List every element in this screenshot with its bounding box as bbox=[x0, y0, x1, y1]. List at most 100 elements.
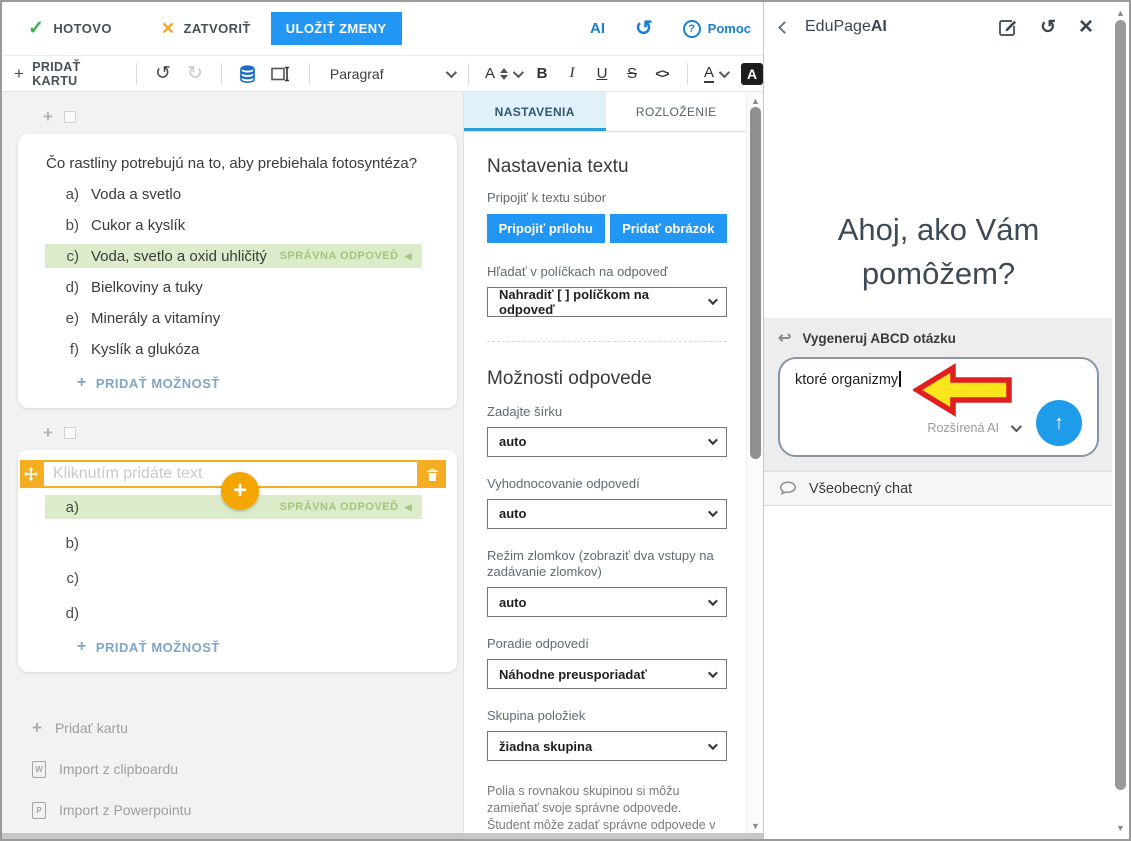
settings-panel: NASTAVENIA ROZLOŽENIE Nastavenia textu P… bbox=[463, 92, 763, 836]
answer-option-d[interactable]: d) Bielkoviny a tuky bbox=[45, 275, 422, 299]
option-letter: d) bbox=[45, 279, 79, 296]
font-color-dropdown[interactable]: A bbox=[704, 64, 727, 83]
add-option-button[interactable]: + PRIDAŤ MOŽNOSŤ bbox=[77, 374, 457, 392]
badge-arrow-icon: ◀ bbox=[405, 251, 412, 262]
divider bbox=[221, 63, 222, 85]
font-size-dropdown[interactable]: A bbox=[485, 65, 521, 82]
strikethrough-button[interactable]: S bbox=[617, 65, 647, 82]
cards-column: + Čo rastliny potrebujú na to, aby prebi… bbox=[2, 92, 463, 836]
done-button[interactable]: ✓ HOTOVO bbox=[28, 17, 112, 40]
insert-card-plus-icon[interactable]: + bbox=[43, 107, 53, 127]
add-image-button[interactable]: Pridať obrázok bbox=[610, 214, 728, 243]
scroll-down-icon[interactable]: ▼ bbox=[747, 821, 763, 831]
answer-option-f[interactable]: f) Kyslík a glukóza bbox=[45, 337, 422, 361]
insert-card-controls: + bbox=[43, 423, 463, 443]
attach-file-button[interactable]: Pripojiť prílohu bbox=[487, 214, 605, 243]
close-button[interactable]: × ZATVORIŤ bbox=[162, 21, 251, 36]
chevron-down-icon bbox=[708, 507, 718, 517]
answer-option-e[interactable]: e) Minerály a vitamíny bbox=[45, 306, 422, 330]
code-button[interactable]: <> bbox=[647, 66, 677, 81]
compose-icon[interactable] bbox=[998, 18, 1017, 37]
underline-button[interactable]: U bbox=[587, 65, 617, 82]
answer-option-d[interactable]: d) bbox=[45, 601, 422, 625]
select-value: auto bbox=[499, 595, 526, 610]
chevron-down-icon bbox=[708, 596, 718, 606]
italic-button[interactable]: I bbox=[557, 65, 587, 82]
import-powerpoint-label: Import z Powerpointu bbox=[59, 802, 191, 818]
close-icon[interactable]: × bbox=[1079, 18, 1093, 36]
correct-answer-badge[interactable]: SPRÁVNA ODPOVEĎ ◀ bbox=[280, 501, 412, 513]
fraction-mode-label: Režim zlomkov (zobraziť dva vstupy na za… bbox=[487, 548, 727, 582]
answer-option-b[interactable]: b) Cukor a kyslík bbox=[45, 213, 422, 237]
back-chevron-icon[interactable] bbox=[778, 21, 791, 34]
item-group-select[interactable]: žiadna skupina bbox=[487, 731, 727, 761]
tab-nastavenia[interactable]: NASTAVENIA bbox=[464, 92, 606, 131]
undo-icon[interactable]: ↺ bbox=[155, 62, 171, 85]
save-changes-button[interactable]: ULOŽIŤ ZMENY bbox=[271, 12, 402, 45]
ai-button[interactable]: AI bbox=[590, 20, 605, 37]
add-element-plus-button[interactable]: + bbox=[221, 472, 259, 510]
answer-order-select[interactable]: Náhodne preusporiadať bbox=[487, 659, 727, 689]
fraction-mode-select[interactable]: auto bbox=[487, 587, 727, 617]
ai-model-dropdown[interactable]: Rozšírená AI bbox=[927, 421, 1019, 435]
divider bbox=[136, 63, 137, 85]
highlight-color-button[interactable]: A bbox=[741, 63, 763, 85]
select-value: auto bbox=[499, 434, 526, 449]
move-handle-icon[interactable] bbox=[20, 460, 42, 488]
scrollbar-thumb[interactable] bbox=[1115, 20, 1126, 790]
history-icon[interactable]: ↺ bbox=[1040, 16, 1056, 39]
option-letter: a) bbox=[45, 186, 79, 203]
add-card-button[interactable]: + PRIDAŤ KARTU bbox=[14, 60, 126, 88]
correct-answer-badge[interactable]: SPRÁVNA ODPOVEĎ ◀ bbox=[280, 250, 412, 262]
option-letter: b) bbox=[45, 535, 79, 552]
evaluation-select[interactable]: auto bbox=[487, 499, 727, 529]
answer-option-c[interactable]: c) bbox=[45, 566, 422, 590]
width-select[interactable]: auto bbox=[487, 427, 727, 457]
question-text[interactable]: Čo rastliny potrebujú na to, aby prebieh… bbox=[46, 154, 431, 174]
general-chat-button[interactable]: Všeobecný chat bbox=[764, 471, 1113, 506]
import-powerpoint-button[interactable]: P Import z Powerpointu bbox=[32, 800, 463, 820]
top-toolbar-right: AI ↺ ? Pomoc bbox=[590, 16, 751, 41]
textfield-cursor-icon[interactable] bbox=[271, 66, 291, 82]
card-select-checkbox[interactable] bbox=[64, 111, 76, 123]
plus-icon: + bbox=[77, 638, 87, 656]
ai-model-label: Rozšírená AI bbox=[927, 421, 999, 435]
group-note-text: Polia s rovnakou skupinou si môžu zamieň… bbox=[487, 783, 727, 836]
scroll-down-icon[interactable]: ▼ bbox=[1112, 823, 1129, 833]
answer-field-replace-select[interactable]: Nahradiť [ ] políčkom na odpoveď bbox=[487, 287, 727, 317]
card-select-checkbox[interactable] bbox=[64, 427, 76, 439]
answer-option-b[interactable]: b) bbox=[45, 531, 422, 555]
insert-card-plus-icon[interactable]: + bbox=[43, 423, 53, 443]
answer-option-c-correct[interactable]: c) Voda, svetlo a oxid uhličitý SPRÁVNA … bbox=[45, 244, 422, 268]
prompt-section-header[interactable]: ↩ Vygeneruj ABCD otázku bbox=[778, 328, 1099, 348]
trash-icon[interactable] bbox=[419, 460, 446, 488]
ai-panel-scrollbar: ▲ ▼ bbox=[1112, 2, 1129, 839]
add-card-footer-button[interactable]: + Pridať kartu bbox=[32, 718, 463, 738]
add-option-button[interactable]: + PRIDAŤ MOŽNOSŤ bbox=[77, 638, 457, 656]
question-card-2: Kliknutím pridáte text + a) SPRÁVNA ODPO… bbox=[18, 450, 457, 672]
send-button[interactable]: ↑ bbox=[1036, 400, 1082, 446]
top-toolbar: ✓ HOTOVO × ZATVORIŤ ULOŽIŤ ZMENY AI ↺ ? … bbox=[2, 2, 763, 55]
add-option-label: PRIDAŤ MOŽNOSŤ bbox=[96, 376, 220, 391]
option-letter: f) bbox=[45, 341, 79, 358]
prompt-section-title: Vygeneruj ABCD otázku bbox=[802, 331, 956, 346]
done-label: HOTOVO bbox=[53, 21, 112, 36]
select-value: Nahradiť [ ] políčkom na odpoveď bbox=[499, 287, 708, 317]
help-button[interactable]: ? Pomoc bbox=[683, 20, 751, 38]
history-icon[interactable]: ↺ bbox=[635, 16, 653, 41]
bold-button[interactable]: B bbox=[527, 65, 557, 82]
redo-icon[interactable]: ↻ bbox=[187, 62, 203, 85]
scroll-up-icon[interactable]: ▲ bbox=[1112, 8, 1129, 18]
ai-prompt-input[interactable]: ktoré organizmy Rozšírená AI ↑ bbox=[778, 357, 1099, 457]
option-text: Cukor a kyslík bbox=[91, 217, 422, 234]
annotation-arrow bbox=[913, 361, 1015, 424]
tab-rozlozenie[interactable]: ROZLOŽENIE bbox=[606, 92, 748, 131]
database-icon[interactable] bbox=[240, 65, 255, 83]
scroll-up-icon[interactable]: ▲ bbox=[747, 96, 763, 106]
paragraph-style-dropdown[interactable]: Paragraf bbox=[330, 66, 454, 82]
scrollbar-thumb[interactable] bbox=[750, 107, 761, 459]
ai-panel-header: EduPageAI ↺ × bbox=[764, 2, 1129, 52]
import-clipboard-button[interactable]: W Import z clipboardu bbox=[32, 759, 463, 779]
answer-option-a[interactable]: a) Voda a svetlo bbox=[45, 182, 422, 206]
ai-input-text: ktoré organizmy bbox=[795, 372, 898, 388]
